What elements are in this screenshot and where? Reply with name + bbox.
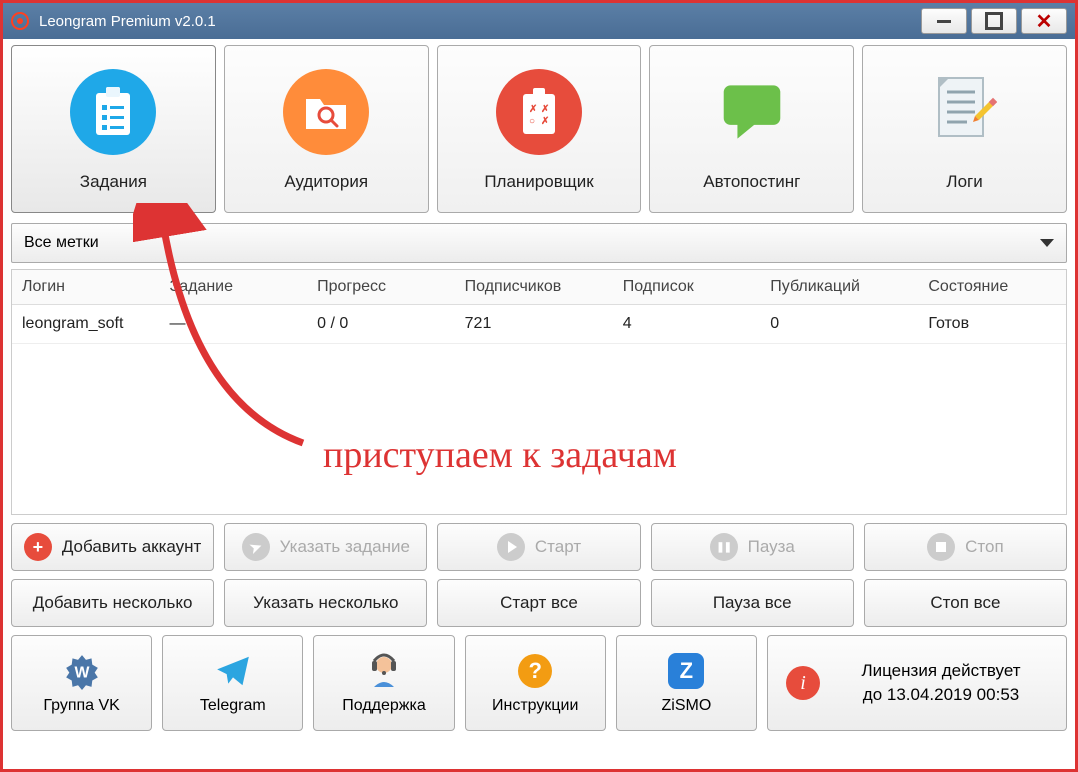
table-empty-area bbox=[12, 344, 1066, 514]
th-login[interactable]: Логин bbox=[12, 270, 160, 305]
tab-audience-label: Аудитория bbox=[284, 172, 368, 192]
window-title: Leongram Premium v2.0.1 bbox=[39, 13, 216, 30]
close-button[interactable]: ✕ bbox=[1021, 8, 1067, 34]
tab-autoposting-label: Автопостинг bbox=[703, 172, 800, 192]
plus-icon: + bbox=[24, 533, 52, 561]
pause-button[interactable]: Пауза bbox=[651, 523, 854, 571]
logs-icon bbox=[919, 66, 1011, 158]
cell-following: 4 bbox=[613, 305, 761, 344]
tab-autoposting[interactable]: Автопостинг bbox=[649, 45, 854, 213]
pause-label: Пауза bbox=[748, 537, 795, 557]
start-all-label: Старт все bbox=[500, 593, 578, 613]
tab-tasks-label: Задания bbox=[80, 172, 147, 192]
help-icon: ? bbox=[515, 651, 555, 691]
add-account-label: Добавить аккаунт bbox=[62, 537, 202, 557]
cell-progress: 0 / 0 bbox=[307, 305, 455, 344]
instructions-button[interactable]: ? Инструкции bbox=[465, 635, 606, 731]
telegram-button[interactable]: Telegram bbox=[162, 635, 303, 731]
folder-search-icon bbox=[283, 69, 369, 155]
scheduler-icon: ✗✗○✗ bbox=[496, 69, 582, 155]
th-followers[interactable]: Подписчиков bbox=[455, 270, 613, 305]
stop-icon bbox=[927, 533, 955, 561]
license-text: Лицензия действует до 13.04.2019 00:53 bbox=[834, 659, 1048, 707]
th-task[interactable]: Задание bbox=[160, 270, 308, 305]
stop-label: Стоп bbox=[965, 537, 1004, 557]
annotation-text: приступаем к задачам bbox=[323, 433, 677, 477]
chevron-down-icon bbox=[1040, 239, 1054, 247]
set-task-label: Указать задание bbox=[280, 537, 410, 557]
set-several-label: Указать несколько bbox=[253, 593, 398, 613]
zismo-icon: Z bbox=[666, 651, 706, 691]
speech-icon bbox=[706, 66, 798, 158]
cell-followers: 721 bbox=[455, 305, 613, 344]
cell-login: leongram_soft bbox=[12, 305, 160, 344]
cell-task: — bbox=[160, 305, 308, 344]
telegram-icon bbox=[213, 651, 253, 691]
tab-tasks[interactable]: Задания bbox=[11, 45, 216, 213]
license-info[interactable]: i Лицензия действует до 13.04.2019 00:53 bbox=[767, 635, 1067, 731]
set-several-button[interactable]: Указать несколько bbox=[224, 579, 427, 627]
tags-filter-value: Все метки bbox=[24, 234, 99, 252]
table-row[interactable]: leongram_soft — 0 / 0 721 4 0 Готов bbox=[12, 305, 1066, 344]
telegram-label: Telegram bbox=[200, 697, 266, 715]
vk-label: Группа VK bbox=[43, 697, 120, 715]
svg-text:W: W bbox=[74, 664, 89, 681]
start-label: Старт bbox=[535, 537, 581, 557]
stop-button[interactable]: Стоп bbox=[864, 523, 1067, 571]
svg-text:✗: ✗ bbox=[529, 104, 537, 115]
th-state[interactable]: Состояние bbox=[918, 270, 1066, 305]
stop-all-label: Стоп все bbox=[930, 593, 1000, 613]
add-several-label: Добавить несколько bbox=[33, 593, 193, 613]
tab-logs[interactable]: Логи bbox=[862, 45, 1067, 213]
send-icon bbox=[242, 533, 270, 561]
stop-all-button[interactable]: Стоп все bbox=[864, 579, 1067, 627]
maximize-button[interactable] bbox=[971, 8, 1017, 34]
titlebar: Leongram Premium v2.0.1 ✕ bbox=[3, 3, 1075, 39]
clipboard-icon bbox=[70, 69, 156, 155]
add-account-button[interactable]: + Добавить аккаунт bbox=[11, 523, 214, 571]
cell-state: Готов bbox=[918, 305, 1066, 344]
th-following[interactable]: Подписок bbox=[613, 270, 761, 305]
pause-all-button[interactable]: Пауза все bbox=[651, 579, 854, 627]
info-icon: i bbox=[786, 666, 820, 700]
pause-icon bbox=[710, 533, 738, 561]
svg-text:✗: ✗ bbox=[541, 116, 549, 127]
instructions-label: Инструкции bbox=[492, 697, 578, 715]
tab-logs-label: Логи bbox=[946, 172, 982, 192]
tab-audience[interactable]: Аудитория bbox=[224, 45, 429, 213]
main-toolbar: Задания Аудитория ✗✗○✗ Планировщик bbox=[11, 45, 1067, 213]
tab-scheduler-label: Планировщик bbox=[484, 172, 593, 192]
support-icon bbox=[364, 651, 404, 691]
set-task-button[interactable]: Указать задание bbox=[224, 523, 427, 571]
accounts-table: Логин Задание Прогресс Подписчиков Подпи… bbox=[11, 269, 1067, 515]
zismo-button[interactable]: Z ZiSMO bbox=[616, 635, 757, 731]
play-icon bbox=[497, 533, 525, 561]
app-icon bbox=[11, 12, 29, 30]
minimize-button[interactable] bbox=[921, 8, 967, 34]
pause-all-label: Пауза все bbox=[713, 593, 792, 613]
add-several-button[interactable]: Добавить несколько bbox=[11, 579, 214, 627]
cell-posts: 0 bbox=[760, 305, 918, 344]
svg-text:✗: ✗ bbox=[541, 104, 549, 115]
tags-filter-select[interactable]: Все метки bbox=[11, 223, 1067, 263]
start-all-button[interactable]: Старт все bbox=[437, 579, 640, 627]
support-button[interactable]: Поддержка bbox=[313, 635, 454, 731]
th-progress[interactable]: Прогресс bbox=[307, 270, 455, 305]
support-label: Поддержка bbox=[342, 697, 425, 715]
svg-text:○: ○ bbox=[529, 116, 535, 127]
th-posts[interactable]: Публикаций bbox=[760, 270, 918, 305]
vk-icon: W bbox=[62, 651, 102, 691]
vk-group-button[interactable]: W Группа VK bbox=[11, 635, 152, 731]
zismo-label: ZiSMO bbox=[662, 697, 712, 715]
tab-scheduler[interactable]: ✗✗○✗ Планировщик bbox=[437, 45, 642, 213]
start-button[interactable]: Старт bbox=[437, 523, 640, 571]
